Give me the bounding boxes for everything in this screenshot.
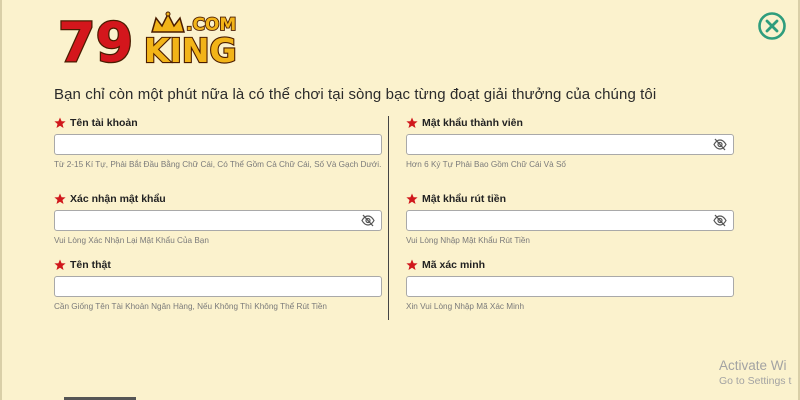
logo-word: KING [144,31,237,70]
eye-slash-icon[interactable] [713,138,727,151]
eye-slash-icon[interactable] [361,214,375,227]
star-icon [54,117,66,128]
verification-code-input-wrap [406,276,734,297]
registration-modal: 79 .COM KING Bạn chỉ còn một phút nữa là… [0,0,800,400]
real-name-label: Tên thật [70,259,111,271]
field-label: Mật khẩu rút tiền [406,192,734,206]
field-member-password: Mật khẩu thành viên Hơn 6 Ký Tự Phải Bao… [406,116,734,170]
field-label: Tên thật [54,258,382,272]
field-label: Xác nhận mật khẩu [54,192,382,206]
username-input[interactable] [54,134,382,155]
member-password-input[interactable] [406,134,734,155]
page-title: Bạn chỉ còn một phút nữa là có thể chơi … [54,86,657,103]
username-hint: Từ 2-15 Kí Tự, Phải Bắt Đầu Bằng Chữ Cái… [54,160,382,169]
withdraw-password-input-wrap [406,210,734,231]
real-name-hint: Cần Giống Tên Tài Khoản Ngân Hàng, Nếu K… [54,302,327,311]
star-icon [54,193,66,204]
star-icon [406,117,418,128]
brand-logo: 79 .COM KING [56,6,246,76]
close-circle-icon [758,12,786,40]
withdraw-password-hint: Vui Lòng Nhập Mật Khẩu Rút Tiền [406,236,530,245]
field-withdraw-password: Mật khẩu rút tiền Vui Lòng Nhập Mật Khẩu… [406,192,734,246]
field-verification-code: Mã xác minh Xin Vui Lòng Nhập Mã Xác Min… [406,258,734,312]
watermark-title: Activate Wi [719,358,787,373]
field-confirm-password: Xác nhận mật khẩu Vui Lòng Xác Nhận Lại … [54,192,382,246]
verification-code-input[interactable] [406,276,734,297]
field-label: Mã xác minh [406,258,734,272]
star-icon [54,259,66,270]
withdraw-password-input[interactable] [406,210,734,231]
field-label: Mật khẩu thành viên [406,116,734,130]
star-icon [406,259,418,270]
field-label: Tên tài khoản [54,116,382,130]
verification-code-label: Mã xác minh [422,259,486,271]
activation-watermark: Activate Wi Go to Settings t [719,358,791,387]
member-password-hint: Hơn 6 Ký Tự Phải Bao Gồm Chữ Cái Và Số [406,160,566,169]
verification-code-hint: Xin Vui Lòng Nhập Mã Xác Minh [406,302,525,311]
confirm-password-hint: Vui Lòng Xác Nhận Lại Mật Khẩu Của Bạn [54,236,209,245]
logo-graphic: 79 .COM KING [57,10,238,76]
withdraw-password-label: Mật khẩu rút tiền [422,193,507,205]
confirm-password-input-wrap [54,210,382,231]
username-label: Tên tài khoản [70,117,138,129]
username-input-wrap [54,134,382,155]
member-password-label: Mật khẩu thành viên [422,117,523,129]
crown-icon [151,11,185,33]
field-username: Tên tài khoản Từ 2-15 Kí Tự, Phải Bắt Đầ… [54,116,382,170]
field-real-name: Tên thật Cần Giống Tên Tài Khoản Ngân Hà… [54,258,382,312]
real-name-input[interactable] [54,276,382,297]
confirm-password-input[interactable] [54,210,382,231]
watermark-subtitle: Go to Settings t [719,375,792,387]
star-icon [406,193,418,204]
column-divider [388,116,389,320]
confirm-password-label: Xác nhận mật khẩu [70,193,166,205]
real-name-input-wrap [54,276,382,297]
logo-number: 79 [58,11,133,70]
eye-slash-icon[interactable] [713,214,727,227]
member-password-input-wrap [406,134,734,155]
close-button[interactable] [756,10,788,42]
